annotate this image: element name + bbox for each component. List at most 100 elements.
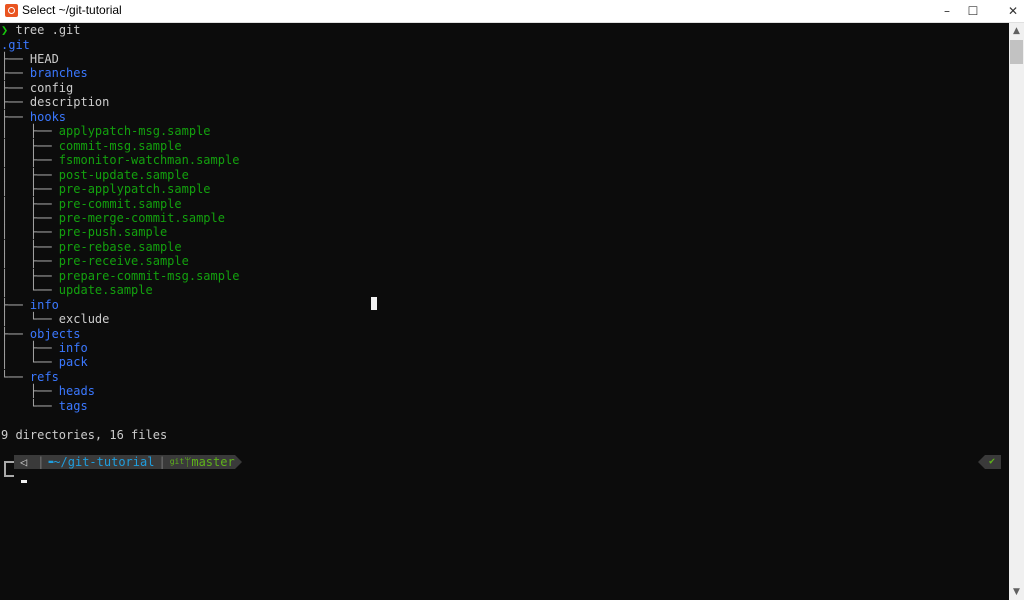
tree-entry: │ ├── commit-msg.sample — [1, 139, 182, 153]
branch-icon: ᛘ — [184, 455, 192, 469]
tree-entry: │ ├── prepare-commit-msg.sample — [1, 269, 239, 283]
tree-branch-glyph: │ └── — [1, 283, 59, 298]
tree-entry: │ ├── fsmonitor-watchman.sample — [1, 153, 239, 167]
tree-branch-glyph: │ ├── — [1, 239, 59, 254]
tree-branch-glyph: │ ├── — [1, 182, 59, 197]
tree-branch-glyph: │ ├── — [1, 124, 59, 139]
command-line: ❯ tree .git — [1, 23, 81, 37]
tree-entry: └── refs — [1, 370, 59, 384]
git-segment: git ᛘ master — [169, 455, 235, 469]
tree-entry: ├── config — [1, 81, 73, 95]
directory-name: objects — [29, 326, 81, 341]
directory-name: tags — [58, 398, 88, 413]
tree-branch-glyph: ├── — [1, 52, 30, 66]
window-title: Select ~/git-tutorial — [22, 3, 122, 17]
tree-entry: │ └── exclude — [1, 312, 109, 326]
tree-branch-glyph: │ ├── — [1, 196, 59, 211]
tree-branch-glyph: │ ├── — [1, 167, 59, 182]
powerline-prompt: ◁ | ▬ ~/git-tutorial | git ᛘ master — [14, 455, 242, 469]
tree-root: .git — [1, 37, 30, 52]
file-name: pre-receive.sample — [58, 254, 189, 269]
tree-entry: │ ├── pre-applypatch.sample — [1, 182, 211, 196]
powerline-arrow — [234, 455, 242, 469]
tree-branch-glyph: │ ├── — [1, 225, 59, 240]
ubuntu-app-icon — [5, 4, 18, 17]
file-name: pre-merge-commit.sample — [58, 210, 225, 225]
tree-entry: ├── heads — [1, 384, 95, 398]
scroll-down-icon[interactable]: ▼ — [1009, 584, 1024, 600]
file-name: pre-commit.sample — [58, 196, 182, 211]
directory-name: pack — [58, 355, 88, 370]
tree-entry: │ ├── info — [1, 341, 88, 355]
tree-branch-glyph: ├── — [1, 326, 30, 341]
mouse-text-cursor — [371, 297, 377, 310]
tree-entry: │ ├── post-update.sample — [1, 168, 189, 182]
os-icon: ◁ — [14, 455, 34, 469]
prompt-bracket — [4, 461, 14, 477]
tree-branch-glyph: │ ├── — [1, 153, 59, 168]
directory-name: info — [58, 341, 88, 355]
tree-branch-glyph: ├── — [1, 109, 30, 124]
tree-entry: │ ├── pre-rebase.sample — [1, 240, 182, 254]
tree-entry: ├── description — [1, 95, 109, 109]
tree-branch-glyph: └── — [1, 369, 30, 384]
file-name: post-update.sample — [58, 167, 189, 182]
tree-branch-glyph: │ └── — [1, 312, 59, 327]
current-path: ~/git-tutorial — [53, 455, 155, 469]
tree-entry: ├── HEAD — [1, 52, 59, 66]
tree-entry: │ ├── pre-receive.sample — [1, 254, 189, 268]
tree-branch-glyph: │ ├── — [1, 268, 59, 283]
tree-branch-glyph: ├── — [1, 80, 30, 95]
title-bar: Select ~/git-tutorial – ☐ ✕ — [0, 0, 1024, 23]
tree-branch-glyph: ├── — [1, 384, 59, 399]
tree-branch-glyph: │ ├── — [1, 138, 59, 153]
tree-entry: │ ├── pre-merge-commit.sample — [1, 211, 225, 225]
file-name: pre-rebase.sample — [58, 239, 182, 254]
file-name: prepare-commit-msg.sample — [58, 268, 240, 283]
prompt-chevron-icon: ❯ — [1, 23, 9, 37]
file-name: HEAD — [29, 52, 59, 66]
tree-entry: │ ├── pre-push.sample — [1, 225, 167, 239]
tree-entry: │ └── pack — [1, 355, 88, 369]
file-name: fsmonitor-watchman.sample — [58, 153, 240, 168]
tree-branch-glyph: ├── — [1, 297, 30, 312]
directory-name: hooks — [29, 109, 67, 124]
file-name: description — [29, 95, 110, 110]
git-icon: git — [169, 457, 185, 466]
file-name: config — [29, 80, 74, 95]
scroll-up-icon[interactable]: ▲ — [1009, 23, 1024, 39]
tree-entry: │ ├── pre-commit.sample — [1, 197, 182, 211]
powerline-arrow-left — [978, 455, 985, 469]
close-button[interactable]: ✕ — [990, 0, 1024, 22]
file-name: commit-msg.sample — [58, 138, 182, 153]
segment-separator: | — [33, 455, 49, 469]
command-text: tree .git — [15, 23, 81, 37]
file-name: applypatch-msg.sample — [58, 124, 211, 139]
directory-name: branches — [29, 66, 88, 81]
tree-branch-glyph: └── — [1, 398, 59, 413]
branch-name: master — [191, 455, 235, 469]
tree-entry: ├── branches — [1, 66, 88, 80]
tree-entry: └── tags — [1, 399, 88, 413]
tree-summary: 9 directories, 16 files — [1, 427, 168, 442]
terminal-output[interactable]: ❯ tree .git .git ├── HEAD ├── branches ├──… — [0, 23, 1009, 600]
tree-branch-glyph: │ └── — [1, 355, 59, 370]
scrollbar-thumb[interactable] — [1010, 40, 1023, 64]
directory-name: refs — [29, 369, 59, 384]
tree-entry: │ └── update.sample — [1, 283, 153, 297]
check-icon: ✔ — [985, 455, 1002, 469]
tree-entry: │ ├── applypatch-msg.sample — [1, 124, 211, 138]
vertical-scrollbar[interactable]: ▲ ▼ — [1009, 23, 1024, 600]
tree-branch-glyph: │ ├── — [1, 341, 59, 355]
input-cursor — [21, 480, 27, 483]
tree-entry: ├── objects — [1, 327, 80, 341]
path-segment: ▬ ~/git-tutorial — [48, 455, 155, 469]
tree-branch-glyph: ├── — [1, 66, 30, 81]
file-name: pre-applypatch.sample — [58, 182, 211, 197]
file-name: exclude — [58, 312, 110, 327]
tree-branch-glyph: │ ├── — [1, 254, 59, 269]
tree-entry: ├── info — [1, 298, 59, 312]
directory-name: heads — [58, 384, 95, 399]
tree-entry: ├── hooks — [1, 110, 66, 124]
tree-branch-glyph: ├── — [1, 95, 30, 110]
